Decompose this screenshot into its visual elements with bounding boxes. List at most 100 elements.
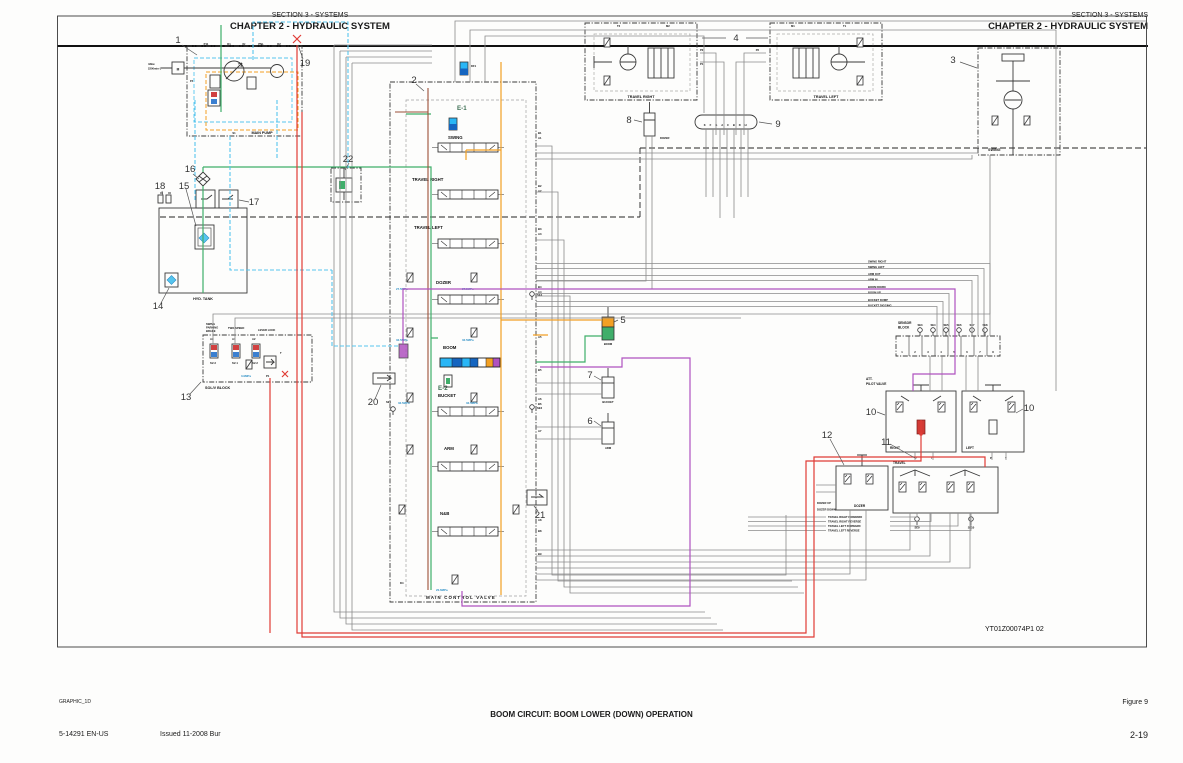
drain-filter-14 (167, 276, 176, 285)
boom-cyl-label: BOOM (604, 342, 613, 346)
section-swing: SWING (448, 135, 463, 140)
svg-text:1: 1 (901, 350, 903, 354)
swing-motor: SWING (978, 48, 1060, 155)
callout-8: 8 (626, 115, 631, 126)
boom-spool-highlighted (440, 358, 500, 367)
label-trr: TRAVEL RIGHT REVERSE (828, 520, 861, 524)
callout-18: 18 (155, 181, 166, 192)
plug-19-mark (293, 35, 301, 43)
callout-22: 22 (343, 154, 354, 165)
sol-port-a2: A2 (252, 337, 256, 341)
svg-text:2: 2 (914, 350, 916, 354)
boom-lower-pilot-element (399, 344, 408, 358)
main-pump-assembly: P11 D1 Dr PNL D2 M 43kw 2200min-1 F5 S1 … (148, 35, 302, 136)
section-dozer: DOZER (436, 280, 452, 285)
port-b1: B1 (538, 131, 542, 135)
sv3-function-2: PARKING (206, 326, 218, 330)
travel-pilot-valve: TRAVEL SE9 SE10 (893, 461, 998, 530)
pump-regulator-red (211, 92, 217, 97)
e2-label: E-2 (438, 385, 448, 392)
port-a7: A7 (538, 429, 542, 433)
manual-page: SECTION 3 - SYSTEMS CHAPTER 2 - HYDRAULI… (0, 0, 1183, 763)
sol-port-p1: P1 (266, 374, 270, 378)
port-f5: F5 (190, 79, 194, 83)
callout-21: 21 (535, 510, 546, 521)
port-b5: B5 (538, 368, 542, 372)
rotary-joint: K F G A C B D H (695, 115, 757, 129)
section-boom: BOOM (443, 345, 457, 350)
se1-label: SE1 (386, 400, 392, 404)
callout-9: 9 (775, 119, 780, 130)
dozer-pilot-valve: DOZER DOZER UP DOZER DOWN (817, 455, 888, 512)
main-relief: 20.6MPa (436, 588, 448, 592)
callouts: 1 2 3 4 5 6 7 8 9 10 10 11 12 13 14 15 1… (153, 33, 1035, 521)
pump-rpm: 2200min-1 (148, 67, 162, 71)
callout-17: 17 (249, 197, 260, 208)
bucket-cylinder: BUCKET (602, 368, 614, 404)
callout-10-left: 10 (866, 407, 877, 418)
port-b2: B2 (538, 184, 542, 188)
port-t1: T1 (843, 24, 847, 28)
svg-text:SE4: SE4 (930, 323, 936, 327)
label-tlf: TRAVEL LEFT FORWARD (828, 524, 861, 528)
sv3-function-3: BRAKE (206, 329, 216, 333)
pump-power: 43kw (148, 62, 155, 66)
swing-motor-label: SWING (988, 148, 1001, 152)
port-d4: D4 (400, 581, 404, 585)
label-trf: TRAVEL RIGHT FORWARD (828, 515, 862, 519)
label-swing-right: SWING RIGHT (868, 260, 887, 264)
valve-20 (373, 373, 395, 384)
boom-relief-l: 32.5MPa (396, 338, 408, 342)
label-dozer-up: DOZER UP (817, 501, 831, 505)
callout-14: 14 (153, 301, 164, 312)
df1-label: DF1 (471, 64, 477, 68)
hyd-tank-label: HYD. TANK (193, 297, 213, 301)
main-control-valve: DF1 E-1 SWING TRAVEL RIGHT TRAVEL LEFT D… (373, 62, 547, 602)
callout-12: 12 (822, 430, 833, 441)
sol-sv3: SV-3 (210, 361, 216, 365)
solenoid-valves (210, 344, 260, 358)
travel-motor-left: M1 T1 P2 TRAVEL LEFT (756, 23, 882, 100)
port-b8: B8 (538, 529, 542, 533)
svg-text:SE6: SE6 (956, 323, 962, 327)
hydraulic-schematic: P11 D1 Dr PNL D2 M 43kw 2200min-1 F5 S1 … (0, 0, 1183, 660)
issued-date: Issued 11-2008 Bur (160, 731, 221, 738)
travel-function-labels: TRAVEL RIGHT FORWARD TRAVEL RIGHT REVERS… (828, 515, 862, 533)
svg-text:3: 3 (927, 350, 929, 354)
callout-13: 13 (181, 392, 192, 403)
callout-19: 19 (300, 58, 311, 69)
bucket-relief-l: 32.5MPa (398, 401, 410, 405)
travel-motor-right: T2 M2 P2 P1 TRAVEL RIGHT (585, 23, 704, 100)
callout-6: 6 (587, 416, 592, 427)
att-label-2: PILOT VALVE (866, 382, 886, 386)
df1-valve-lower (460, 69, 468, 76)
figure-caption: BOOM CIRCUIT: BOOM LOWER (DOWN) OPERATIO… (0, 710, 1183, 719)
valve-21 (527, 490, 547, 505)
port-a3: A3 (538, 232, 542, 236)
section-bucket: BUCKET (438, 393, 456, 398)
bucket-cyl-label: BUCKET (602, 400, 614, 404)
sol-sv1: SV-1 (232, 361, 238, 365)
svg-text:SE3: SE3 (917, 323, 923, 327)
port-dr: Dr (243, 42, 246, 46)
se2-label: SE2 (537, 406, 543, 410)
pilot-function-labels: SWING RIGHT SWING LEFT ARM OUT ARM IN BO… (868, 260, 892, 308)
machine-boundary-line (160, 148, 1146, 217)
port-a1: A1 (538, 136, 542, 140)
port-pnl: PNL (258, 42, 264, 46)
svg-text:7: 7 (979, 350, 981, 354)
travel-right-motor-label: TRAVEL RIGHT (628, 95, 656, 99)
callout-7: 7 (587, 370, 592, 381)
att-label-1: ATT. (866, 377, 873, 381)
boom-cylinder: BOOM (602, 307, 614, 346)
motor-symbol: M (177, 68, 180, 72)
e1-label: E-1 (457, 105, 467, 112)
port-b6: B6 (538, 402, 542, 406)
travel-left-motor-label: TRAVEL LEFT (814, 95, 839, 99)
relief-39: 3.9MPa (241, 374, 251, 378)
port-a6: A6 (538, 397, 542, 401)
svg-text:SE8: SE8 (982, 323, 988, 327)
svg-text:4: 4 (940, 350, 942, 354)
figure-number: Figure 9 (1122, 699, 1148, 706)
svg-text:6: 6 (966, 350, 968, 354)
